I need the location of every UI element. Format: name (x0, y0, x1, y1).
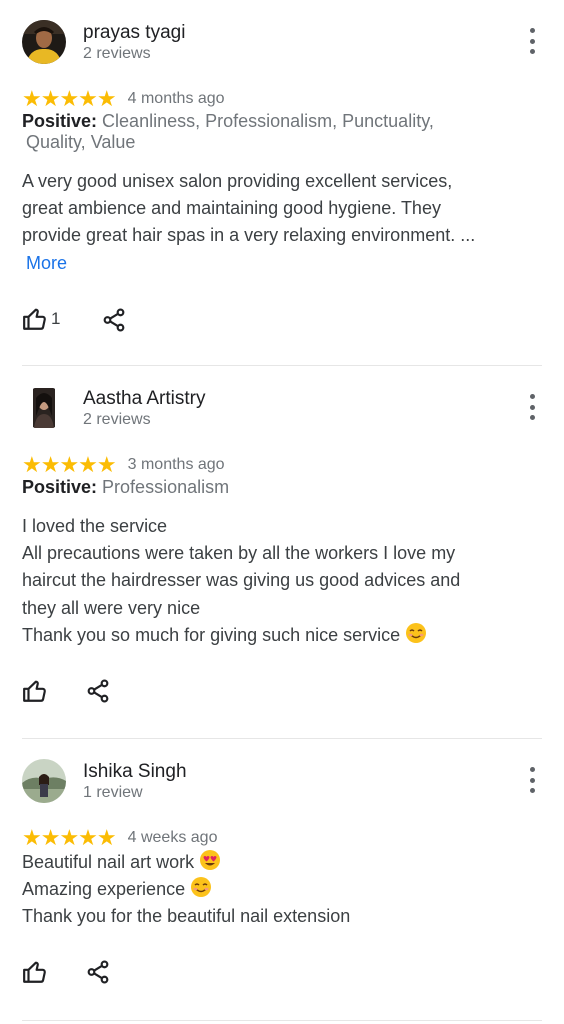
review-date: 4 weeks ago (127, 829, 218, 846)
review-card: Ishika Singh 1 review ★★★★★ 4 weeks ago … (0, 739, 564, 1024)
smiling-face-emoji (191, 877, 212, 898)
review-text-line-with-emoji: Thank you so much for giving such nice s… (22, 622, 547, 649)
review-text-line: Thank you for the beautiful nail extensi… (22, 906, 351, 927)
avatar[interactable] (22, 20, 66, 64)
positive-tags-text: Quality, Value (26, 132, 136, 152)
reviewer-name[interactable]: Ishika Singh (83, 761, 187, 783)
more-vert-icon[interactable] (526, 28, 538, 54)
reviewer-name[interactable]: Aastha Artistry (83, 388, 206, 410)
review-date: 4 months ago (127, 90, 225, 107)
thumbs-up-icon (23, 680, 46, 702)
more-link[interactable]: More (22, 250, 547, 277)
review-text-line: I loved the service (22, 516, 168, 536)
rating-row: ★★★★★ 4 weeks ago (22, 827, 217, 849)
review-text: A very good unisex salon providing excel… (22, 168, 547, 277)
review-text-line: provide great hair spas in a very relaxi… (22, 225, 476, 246)
divider (22, 1020, 542, 1021)
reviewer-review-count: 2 reviews (83, 411, 151, 428)
reviewer-review-count: 2 reviews (83, 45, 151, 62)
review-actions: 1 (22, 306, 60, 332)
share-button[interactable] (101, 307, 127, 338)
share-button[interactable] (85, 959, 111, 990)
like-count: 1 (51, 309, 61, 328)
positive-tags-text: Cleanliness, Professionalism, Punctualit… (102, 111, 434, 131)
review-actions (22, 959, 48, 985)
positive-label: Positive: (22, 111, 98, 131)
review-text-line: All precautions were taken by all the wo… (22, 543, 456, 564)
positive-label: Positive: (22, 477, 98, 497)
reviewer-name[interactable]: prayas tyagi (83, 22, 185, 44)
star-rating: ★★★★★ (22, 86, 117, 111)
thumbs-up-icon (23, 308, 46, 330)
thumbs-up-icon (23, 961, 46, 983)
review-text-line: A very good unisex salon providing excel… (22, 171, 453, 191)
star-rating: ★★★★★ (22, 825, 117, 850)
avatar[interactable] (22, 386, 66, 430)
positive-tags: Positive: Cleanliness, Professionalism, … (22, 111, 522, 153)
share-icon (87, 679, 109, 703)
review-text-line: Amazing experience (22, 879, 186, 900)
share-icon (87, 960, 109, 984)
review-text-line-with-emoji: Amazing experience (22, 876, 547, 903)
review-text-line: they all were very nice (22, 597, 201, 618)
review-text-line-with-emoji: Beautiful nail art work (22, 849, 547, 876)
positive-tags-text: Professionalism (102, 477, 230, 497)
heart-eyes-emoji (200, 850, 221, 870)
rating-row: ★★★★★ 3 months ago (22, 454, 225, 476)
like-button[interactable] (22, 678, 48, 704)
rating-row: ★★★★★ 4 months ago (22, 88, 225, 110)
review-date: 3 months ago (127, 456, 225, 473)
share-icon (103, 308, 125, 332)
avatar[interactable] (22, 759, 66, 803)
review-text: Beautiful nail art work Amazing experien… (22, 849, 547, 931)
positive-tags: Positive: Professionalism (22, 477, 522, 498)
smiling-face-emoji (406, 622, 427, 643)
review-text-line: haircut the hairdresser was giving us go… (22, 570, 461, 591)
more-vert-icon[interactable] (526, 767, 538, 793)
review-text-line: great ambience and maintaining good hygi… (22, 198, 441, 219)
review-text-line: Thank you so much for giving such nice s… (22, 624, 401, 645)
review-actions (22, 678, 48, 704)
like-button[interactable]: 1 (22, 306, 60, 332)
share-button[interactable] (85, 678, 111, 709)
reviewer-review-count: 1 review (83, 784, 143, 801)
review-card: prayas tyagi 2 reviews ★★★★★ 4 months ag… (0, 0, 564, 366)
review-card: Aastha Artistry 2 reviews ★★★★★ 3 months… (0, 366, 564, 739)
review-text-line: Beautiful nail art work (22, 852, 195, 872)
review-text: I loved the service All precautions were… (22, 513, 547, 649)
like-button[interactable] (22, 959, 48, 985)
star-rating: ★★★★★ (22, 452, 117, 477)
more-vert-icon[interactable] (526, 394, 538, 420)
